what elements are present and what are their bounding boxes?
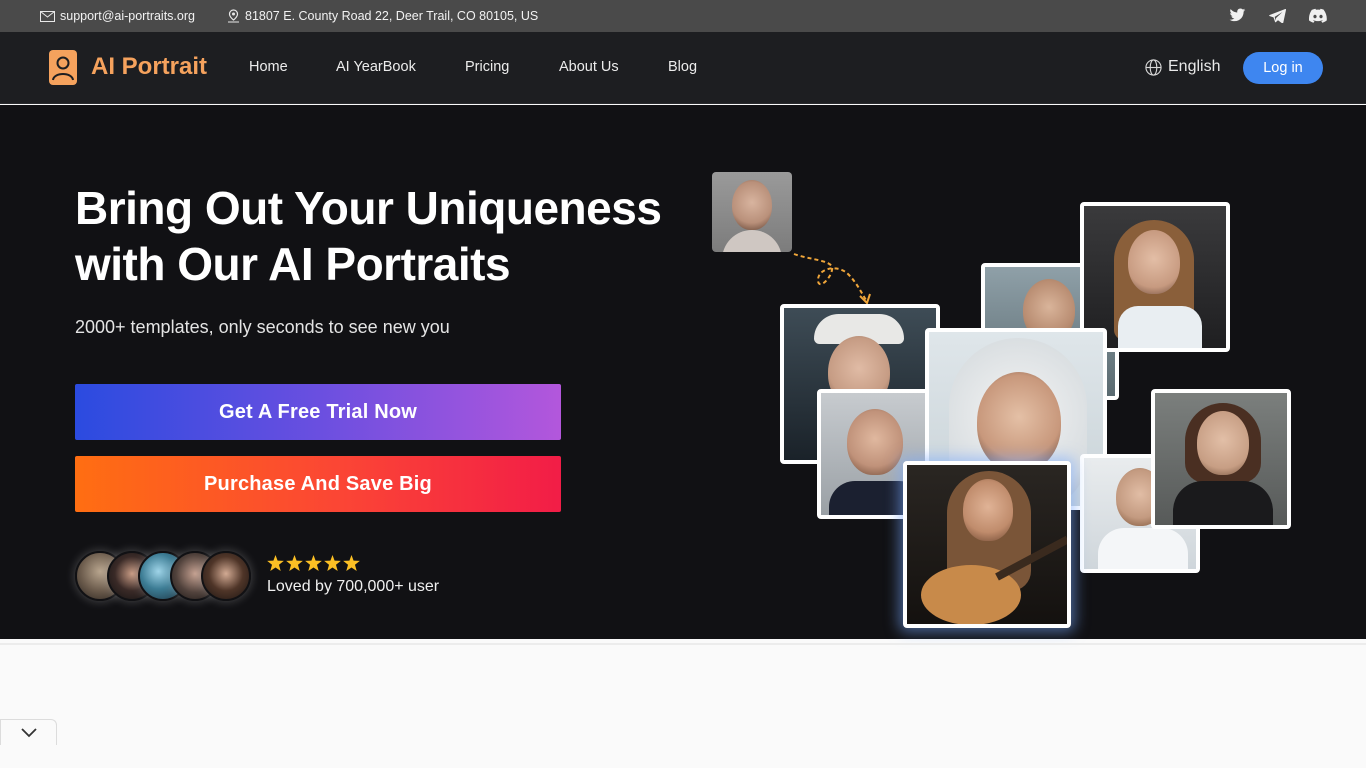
- hero-title: Bring Out Your Uniqueness with Our AI Po…: [75, 182, 662, 290]
- logo-user-icon[interactable]: [49, 50, 77, 85]
- contact-email[interactable]: support@ai-portraits.org: [40, 9, 195, 23]
- free-trial-button[interactable]: Get A Free Trial Now: [75, 384, 561, 440]
- portrait-guitar-woman: [903, 461, 1071, 628]
- rating-stars: [267, 555, 360, 571]
- contact-address: 81807 E. County Road 22, Deer Trail, CO …: [227, 9, 538, 23]
- loved-by-text: Loved by 700,000+ user: [267, 578, 440, 595]
- original-photo: [712, 172, 792, 252]
- nav-blog[interactable]: Blog: [668, 59, 697, 75]
- dashed-arrow-icon: [793, 253, 871, 305]
- language-selector[interactable]: English: [1145, 58, 1220, 76]
- address-text: 81807 E. County Road 22, Deer Trail, CO …: [245, 9, 539, 23]
- star-icon: [267, 555, 284, 571]
- star-icon: [343, 555, 360, 571]
- twitter-icon[interactable]: [1229, 8, 1246, 23]
- location-pin-icon: [228, 9, 239, 23]
- logo-text[interactable]: AI Portrait: [91, 53, 207, 81]
- discord-icon[interactable]: [1309, 8, 1327, 23]
- globe-icon: [1145, 58, 1162, 76]
- mail-icon: [40, 10, 55, 22]
- language-label: English: [1168, 58, 1221, 75]
- star-icon: [305, 555, 322, 571]
- nav-ai-yearbook[interactable]: AI YearBook: [336, 59, 416, 75]
- top-info-bar: support@ai-portraits.org 81807 E. County…: [0, 0, 1366, 32]
- purchase-button[interactable]: Purchase And Save Big: [75, 456, 561, 512]
- portrait-business-woman: [1151, 389, 1291, 529]
- star-icon: [324, 555, 341, 571]
- nav-pricing[interactable]: Pricing: [465, 59, 509, 75]
- collapse-chevron-button[interactable]: [0, 719, 57, 745]
- telegram-icon[interactable]: [1269, 8, 1286, 23]
- login-button[interactable]: Log in: [1243, 52, 1323, 84]
- hero-subtitle: 2000+ templates, only seconds to see new…: [75, 317, 450, 337]
- hero-section: Bring Out Your Uniqueness with Our AI Po…: [0, 105, 1366, 745]
- star-icon: [286, 555, 303, 571]
- section-divider: [0, 643, 1366, 645]
- chevron-down-icon: [21, 728, 37, 738]
- email-text: support@ai-portraits.org: [60, 9, 195, 23]
- user-avatar: [201, 551, 251, 601]
- nav-about-us[interactable]: About Us: [559, 59, 619, 75]
- nav-home[interactable]: Home: [249, 59, 288, 75]
- main-header: AI Portrait Home AI YearBook Pricing Abo…: [0, 32, 1366, 104]
